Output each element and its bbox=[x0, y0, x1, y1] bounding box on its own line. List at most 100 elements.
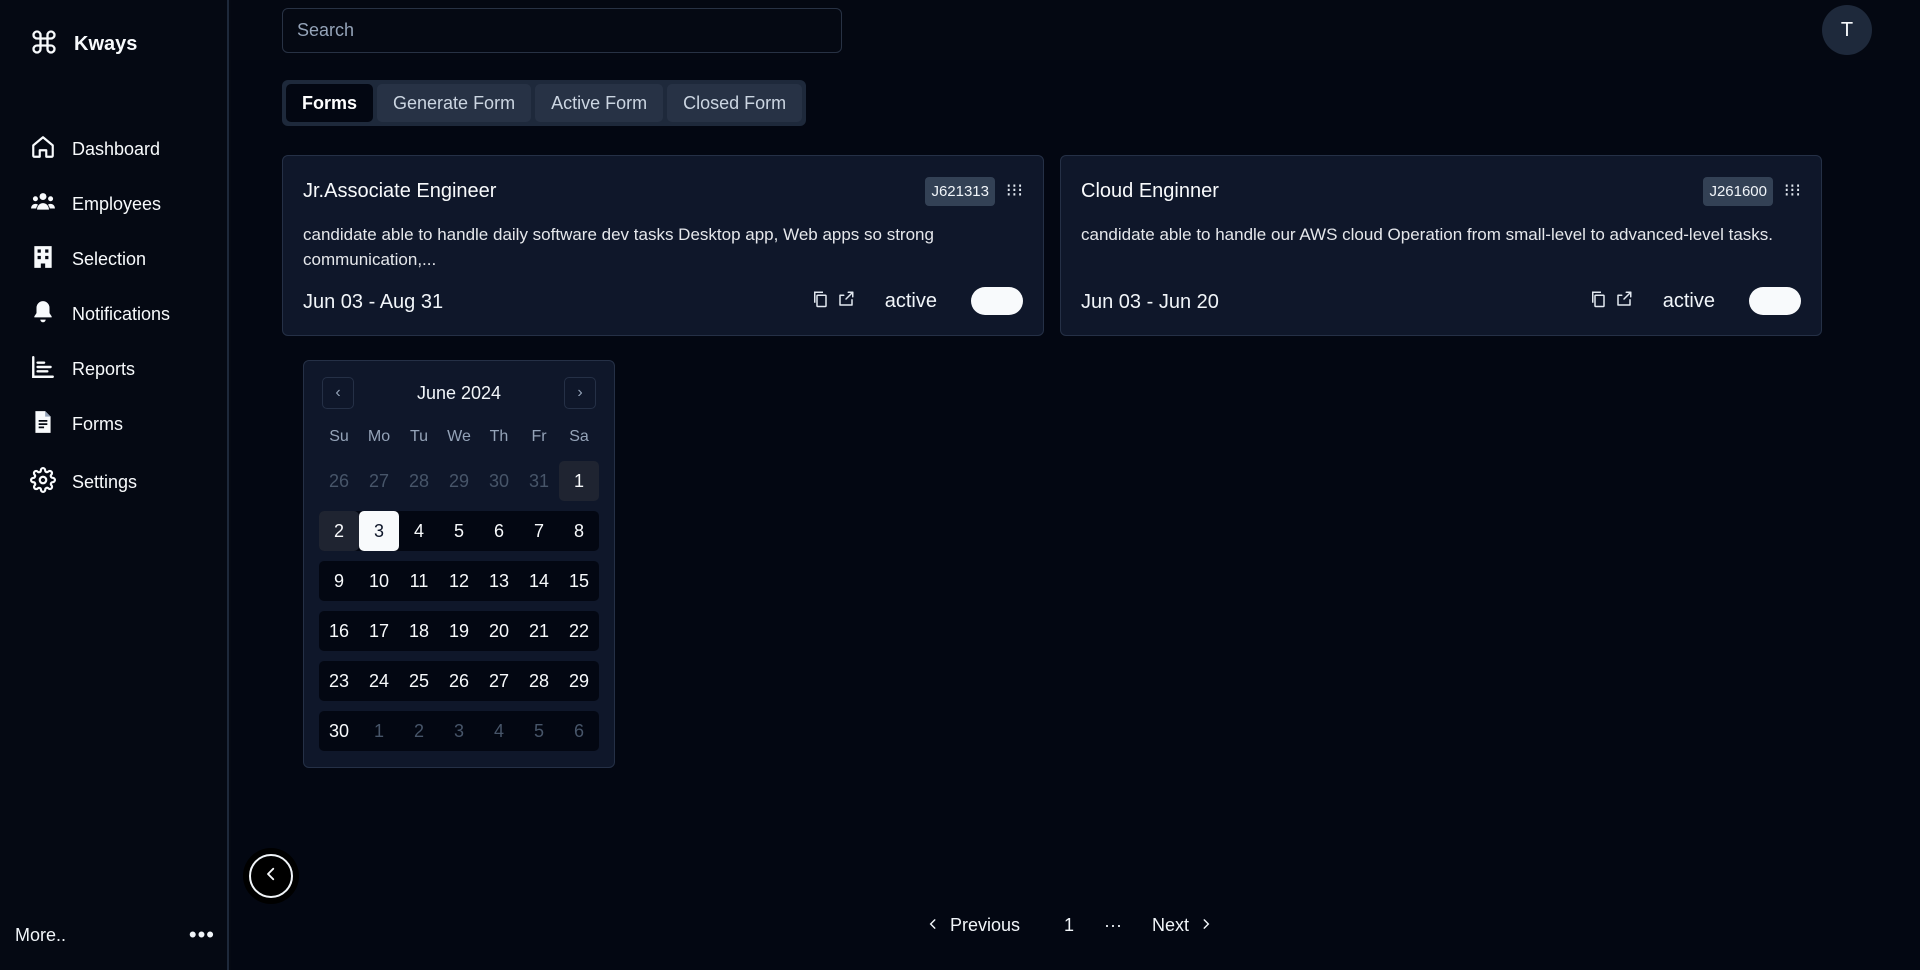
home-icon bbox=[30, 134, 56, 165]
calendar-day[interactable]: 2 bbox=[399, 711, 439, 751]
date-picker-calendar: ‹ June 2024 › Su Mo Tu We Th Fr Sa 26 27… bbox=[303, 360, 615, 768]
calendar-day[interactable]: 1 bbox=[559, 461, 599, 501]
calendar-day[interactable]: 15 bbox=[559, 561, 599, 601]
calendar-day[interactable]: 26 bbox=[319, 461, 359, 501]
sidebar-item-notifications[interactable]: Notifications bbox=[30, 287, 170, 342]
next-page-button[interactable]: Next bbox=[1152, 915, 1213, 936]
more-label: More.. bbox=[15, 924, 67, 945]
calendar-day[interactable]: 31 bbox=[519, 461, 559, 501]
form-card[interactable]: Cloud Enginner J261600 ⁝⁝⁝ candidate abl… bbox=[1060, 155, 1822, 336]
search-input[interactable] bbox=[282, 8, 842, 53]
calendar-day[interactable]: 22 bbox=[559, 611, 599, 651]
calendar-day[interactable]: 8 bbox=[559, 511, 599, 551]
calendar-week: 9 10 11 12 13 14 15 bbox=[319, 561, 599, 601]
card-description: candidate able to handle daily software … bbox=[303, 225, 934, 269]
calendar-day[interactable]: 11 bbox=[399, 561, 439, 601]
calendar-day[interactable]: 28 bbox=[399, 461, 439, 501]
card-date-range[interactable]: Jun 03 - Aug 31 bbox=[303, 291, 443, 314]
calendar-day[interactable]: 14 bbox=[519, 561, 559, 601]
calendar-day[interactable]: 20 bbox=[479, 611, 519, 651]
status-toggle[interactable] bbox=[1749, 287, 1801, 315]
gear-icon bbox=[30, 467, 56, 498]
sidebar-item-selection[interactable]: Selection bbox=[30, 232, 170, 287]
card-code-badge: J261600 bbox=[1703, 177, 1773, 206]
sidebar-item-label: Settings bbox=[72, 472, 138, 492]
calendar-day[interactable]: 2 bbox=[319, 511, 359, 551]
sidebar-item-label: Dashboard bbox=[72, 139, 161, 159]
previous-page-button[interactable]: Previous bbox=[926, 915, 1020, 936]
calendar-day[interactable]: 13 bbox=[479, 561, 519, 601]
calendar-day[interactable]: 27 bbox=[479, 661, 519, 701]
chevron-left-icon bbox=[926, 915, 940, 936]
calendar-day[interactable]: 17 bbox=[359, 611, 399, 651]
calendar-day[interactable]: 29 bbox=[439, 461, 479, 501]
card-description: candidate able to handle our AWS cloud O… bbox=[1081, 225, 1774, 244]
bell-icon bbox=[30, 299, 56, 330]
app-name: Kways bbox=[74, 33, 138, 55]
calendar-day[interactable]: 29 bbox=[559, 661, 599, 701]
calendar-day[interactable]: 3 bbox=[439, 711, 479, 751]
calendar-day[interactable]: 18 bbox=[399, 611, 439, 651]
ellipsis-icon[interactable]: ••• bbox=[189, 922, 215, 948]
calendar-day[interactable]: 6 bbox=[559, 711, 599, 751]
collapse-sidebar-button[interactable] bbox=[249, 854, 293, 898]
brand[interactable]: Kways bbox=[30, 28, 137, 61]
avatar[interactable]: T bbox=[1822, 5, 1872, 55]
calendar-day[interactable]: 21 bbox=[519, 611, 559, 651]
drag-handle-icon[interactable]: ⁝⁝⁝ bbox=[1784, 180, 1801, 201]
calendar-day[interactable]: 27 bbox=[359, 461, 399, 501]
tab-active-form[interactable]: Active Form bbox=[535, 84, 664, 122]
drag-handle-icon[interactable]: ⁝⁝⁝ bbox=[1006, 180, 1023, 201]
page-number[interactable]: 1 bbox=[1064, 915, 1074, 936]
weekday-label: Mo bbox=[367, 428, 391, 445]
tab-forms[interactable]: Forms bbox=[286, 84, 374, 122]
calendar-day[interactable]: 26 bbox=[439, 661, 479, 701]
calendar-day[interactable]: 12 bbox=[439, 561, 479, 601]
sidebar-item-reports[interactable]: Reports bbox=[30, 342, 170, 397]
calendar-day[interactable]: 19 bbox=[439, 611, 479, 651]
copy-icon[interactable] bbox=[811, 290, 829, 313]
tab-closed-form[interactable]: Closed Form bbox=[667, 84, 803, 122]
calendar-day[interactable]: 7 bbox=[519, 511, 559, 551]
sidebar-item-employees[interactable]: Employees bbox=[30, 177, 170, 232]
calendar-day[interactable]: 5 bbox=[519, 711, 559, 751]
pagination: Previous 1 ··· Next bbox=[926, 915, 1213, 936]
calendar-day[interactable]: 30 bbox=[319, 711, 359, 751]
sidebar-item-label: Notifications bbox=[72, 304, 171, 324]
calendar-day[interactable]: 9 bbox=[319, 561, 359, 601]
calendar-day[interactable]: 30 bbox=[479, 461, 519, 501]
card-code-badge: J621313 bbox=[925, 177, 995, 206]
sidebar-item-label: Selection bbox=[72, 249, 147, 269]
sidebar-item-label: Forms bbox=[72, 414, 123, 434]
sidebar-item-dashboard[interactable]: Dashboard bbox=[30, 122, 170, 177]
calendar-day[interactable]: 25 bbox=[399, 661, 439, 701]
sidebar-nav: Dashboard Employees Selection Notificati… bbox=[30, 122, 170, 510]
calendar-day[interactable]: 6 bbox=[479, 511, 519, 551]
share-icon[interactable] bbox=[837, 290, 855, 313]
sidebar-item-settings[interactable]: Settings bbox=[30, 455, 170, 510]
share-icon[interactable] bbox=[1615, 290, 1633, 313]
calendar-day[interactable]: 10 bbox=[359, 561, 399, 601]
bar-chart-icon bbox=[30, 354, 56, 385]
sidebar: Kways Dashboard Employees Selection Noti… bbox=[0, 0, 229, 970]
calendar-day[interactable]: 1 bbox=[359, 711, 399, 751]
calendar-day[interactable]: 5 bbox=[439, 511, 479, 551]
calendar-day[interactable]: 24 bbox=[359, 661, 399, 701]
calendar-week: 30 1 2 3 4 5 6 bbox=[319, 711, 599, 751]
calendar-day[interactable]: 23 bbox=[319, 661, 359, 701]
sidebar-item-forms[interactable]: Forms bbox=[30, 397, 170, 452]
tab-generate-form[interactable]: Generate Form bbox=[377, 84, 532, 122]
calendar-day[interactable]: 28 bbox=[519, 661, 559, 701]
sidebar-more[interactable]: More.. ••• bbox=[15, 922, 215, 948]
calendar-day[interactable]: 16 bbox=[319, 611, 359, 651]
calendar-day[interactable]: 4 bbox=[479, 711, 519, 751]
chevron-right-icon[interactable]: › bbox=[564, 377, 596, 409]
form-card[interactable]: Jr.Associate Engineer J621313 ⁝⁝⁝ candid… bbox=[282, 155, 1044, 336]
status-toggle[interactable] bbox=[971, 287, 1023, 315]
copy-icon[interactable] bbox=[1589, 290, 1607, 313]
calendar-day-selected[interactable]: 3 bbox=[359, 511, 399, 551]
card-date-range[interactable]: Jun 03 - Jun 20 bbox=[1081, 291, 1219, 314]
calendar-day[interactable]: 4 bbox=[399, 511, 439, 551]
command-icon bbox=[30, 28, 58, 61]
sidebar-item-label: Employees bbox=[72, 194, 162, 214]
